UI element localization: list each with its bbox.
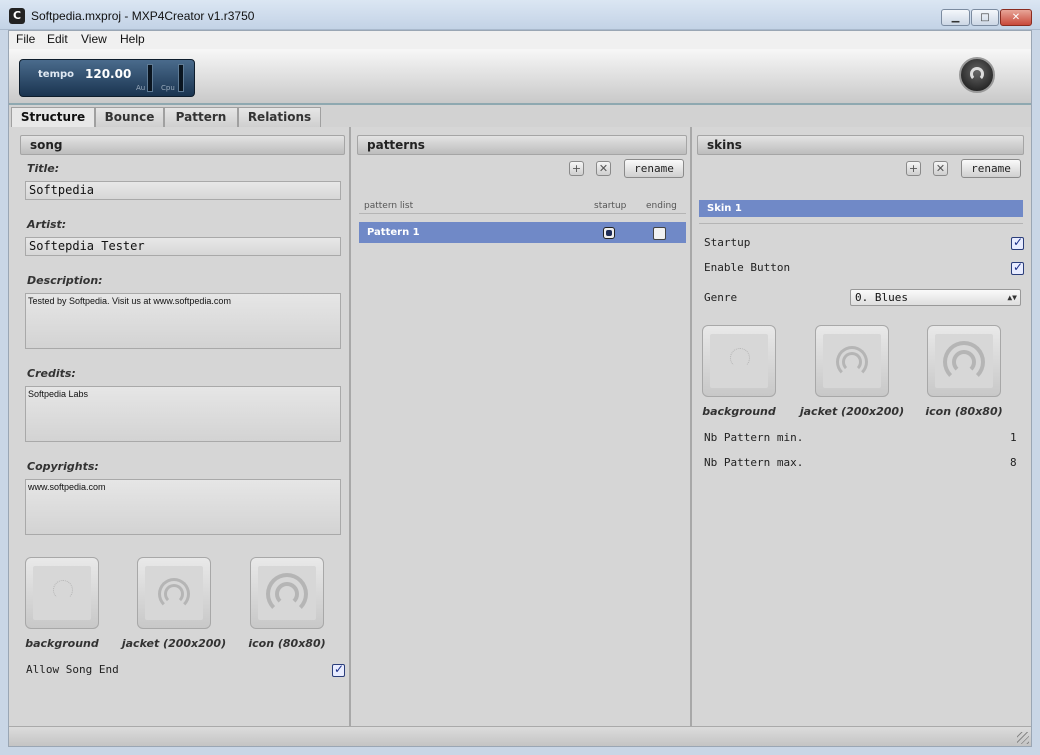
skins-header: skins — [697, 135, 1024, 155]
genre-value: 0. Blues — [855, 291, 908, 304]
cpu-meter-label: Cpu — [161, 84, 175, 92]
tab-pattern[interactable]: Pattern — [164, 107, 238, 127]
credits-field[interactable]: Softpedia Labs — [25, 386, 341, 442]
audio-meter — [147, 64, 153, 92]
maximize-button[interactable]: □ — [971, 9, 999, 26]
add-skin-icon[interactable]: + — [906, 161, 921, 176]
tempo-label: tempo — [38, 69, 75, 80]
status-bar — [9, 726, 1031, 746]
song-background-caption: background — [25, 637, 99, 650]
resize-grip-icon[interactable] — [1017, 732, 1029, 744]
copyrights-label: Copyrights: — [27, 460, 99, 473]
title-label: Title: — [27, 162, 60, 175]
skin-jacket-caption: jacket (200x200) — [799, 405, 905, 418]
skin-startup-checkbox[interactable] — [1011, 235, 1024, 250]
skin-jacket-image[interactable] — [815, 325, 889, 397]
song-header: song — [20, 135, 345, 155]
toolbar: tempo 120.00 Au Cpu — [9, 49, 1031, 105]
menu-bar: File Edit View Help — [9, 31, 1031, 49]
minimize-button[interactable]: ▁ — [941, 9, 970, 26]
enable-button-label: Enable Button — [704, 261, 791, 274]
tab-structure[interactable]: Structure — [11, 107, 95, 128]
tempo-value[interactable]: 120.00 — [85, 67, 131, 81]
song-background-image[interactable] — [25, 557, 99, 629]
chevron-updown-icon: ▲▼ — [1007, 293, 1017, 302]
song-jacket-image[interactable] — [137, 557, 211, 629]
pattern-list-column: pattern list — [364, 201, 414, 211]
skin-icon-caption: icon (80x80) — [925, 405, 1003, 418]
patterns-header: patterns — [357, 135, 687, 155]
speaker-icon[interactable] — [959, 57, 995, 93]
title-field[interactable]: Softpedia — [25, 181, 341, 200]
menu-file[interactable]: File — [16, 32, 35, 46]
song-jacket-caption: jacket (200x200) — [121, 637, 227, 650]
startup-column: startup — [594, 201, 627, 211]
tab-bar: Structure Bounce Pattern Relations — [9, 107, 1031, 128]
remove-pattern-icon[interactable]: ✕ — [596, 161, 611, 176]
tab-relations[interactable]: Relations — [238, 107, 321, 127]
cpu-meter — [178, 64, 184, 92]
nb-pattern-min-label: Nb Pattern min. — [704, 431, 804, 444]
close-button[interactable]: ✕ — [1000, 9, 1032, 26]
artist-label: Artist: — [27, 218, 67, 231]
skin-background-caption: background — [702, 405, 776, 418]
add-pattern-icon[interactable]: + — [569, 161, 584, 176]
skin-divider — [699, 223, 1023, 224]
copyrights-field[interactable]: www.softpedia.com — [25, 479, 341, 535]
credits-label: Credits: — [27, 367, 76, 380]
pattern-startup-toggle[interactable] — [603, 227, 615, 239]
remove-skin-icon[interactable]: ✕ — [933, 161, 948, 176]
list-divider — [359, 213, 686, 214]
song-icon-caption: icon (80x80) — [248, 637, 326, 650]
column-divider[interactable] — [349, 127, 351, 726]
song-icon-image[interactable] — [250, 557, 324, 629]
genre-select[interactable]: 0. Blues ▲▼ — [850, 289, 1021, 306]
window-title: Softpedia.mxproj - MXP4Creator v1.r3750 — [31, 9, 255, 23]
client-area: File Edit View Help tempo 120.00 Au Cpu … — [8, 30, 1032, 747]
genre-label: Genre — [704, 291, 738, 304]
artist-field[interactable]: Softepdia Tester — [25, 237, 341, 256]
skin-list-item[interactable]: Skin 1 — [699, 200, 1023, 217]
allow-song-end-checkbox[interactable] — [332, 662, 345, 677]
pattern-row[interactable]: Pattern 1 — [359, 222, 686, 243]
menu-edit[interactable]: Edit — [47, 32, 68, 46]
nb-pattern-max-value[interactable]: 8 — [1010, 456, 1017, 469]
structure-content: song Title: Softpedia Artist: Softepdia … — [9, 127, 1031, 726]
ending-column: ending — [646, 201, 677, 211]
column-divider[interactable] — [690, 127, 692, 726]
description-label: Description: — [27, 274, 103, 287]
enable-button-checkbox[interactable] — [1011, 260, 1024, 275]
menu-view[interactable]: View — [81, 32, 107, 46]
audio-meter-label: Au — [136, 84, 146, 92]
skin-icon-image[interactable] — [927, 325, 1001, 397]
tempo-display[interactable]: tempo 120.00 Au Cpu — [19, 59, 195, 97]
window-titlebar: C Softpedia.mxproj - MXP4Creator v1.r375… — [0, 0, 1040, 30]
startup-label: Startup — [704, 236, 751, 249]
app-icon: C — [9, 8, 25, 24]
rename-pattern-button[interactable]: rename — [624, 159, 684, 178]
allow-song-end-label: Allow Song End — [26, 663, 119, 676]
nb-pattern-min-value[interactable]: 1 — [1010, 431, 1017, 444]
rename-skin-button[interactable]: rename — [961, 159, 1021, 178]
pattern-ending-checkbox[interactable] — [653, 227, 666, 240]
description-field[interactable]: Tested by Softpedia. Visit us at www.sof… — [25, 293, 341, 349]
skin-background-image[interactable] — [702, 325, 776, 397]
tab-bounce[interactable]: Bounce — [95, 107, 164, 127]
nb-pattern-max-label: Nb Pattern max. — [704, 456, 804, 469]
menu-help[interactable]: Help — [120, 32, 145, 46]
